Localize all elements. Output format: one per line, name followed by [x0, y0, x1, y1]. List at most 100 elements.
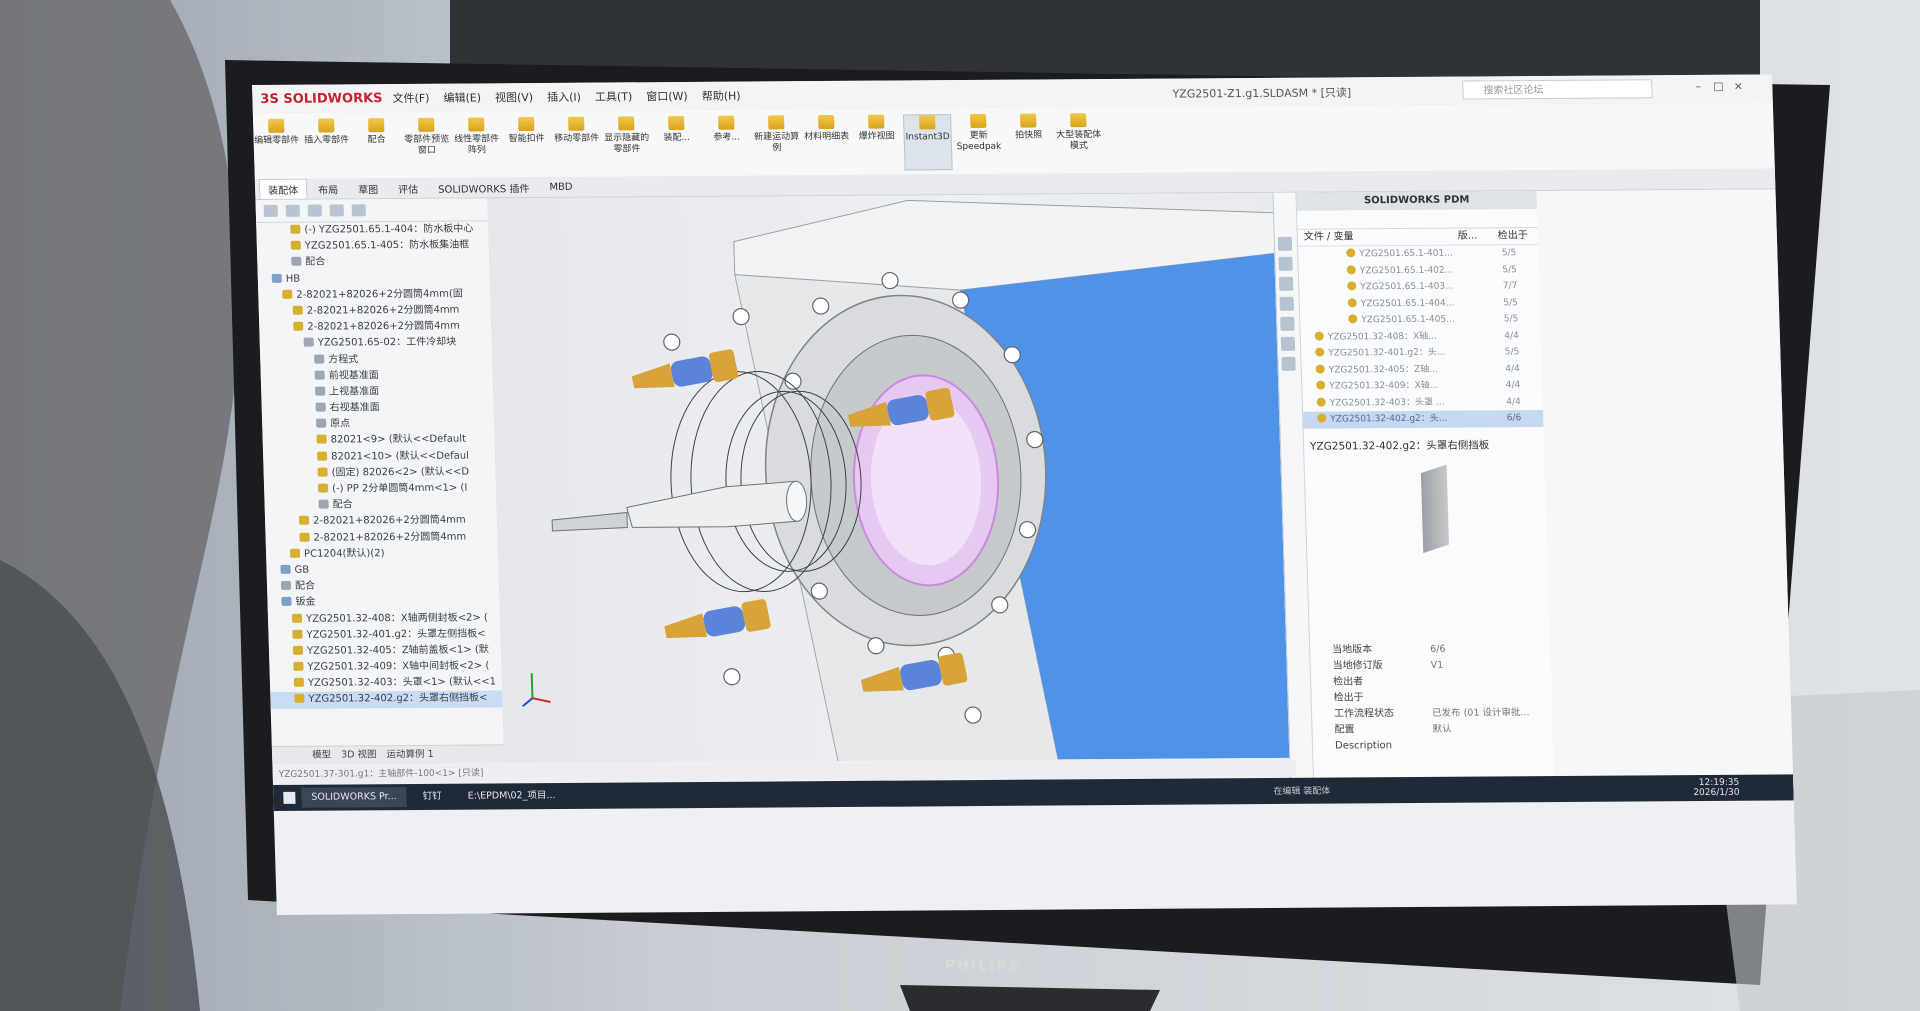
document-title: YZG2501-Z1.g1.SLDASM * [只读]: [1172, 86, 1352, 101]
menu-view[interactable]: 视图(V): [495, 89, 534, 105]
tab-sketch[interactable]: 草图: [349, 178, 388, 199]
pdm-file-row[interactable]: YZG2501.32-403：头罩 ... 4/4: [1303, 394, 1543, 412]
tree-node[interactable]: (-) YZG2501.65.1-404：防水板中心: [256, 221, 488, 239]
tree-node[interactable]: (-) PP 2分单圆筒4mm<1> (I: [264, 480, 496, 498]
appearance-icon[interactable]: [1280, 316, 1295, 331]
home-icon[interactable]: [1277, 236, 1293, 251]
menu-edit[interactable]: 编辑(E): [443, 89, 481, 105]
pdm-file-row[interactable]: YZG2501.65.1-401... 5/5: [1298, 245, 1538, 263]
pdm-file-row[interactable]: YZG2501.65.1-404... 5/5: [1300, 295, 1540, 313]
ribbon-insert-component-button[interactable]: 插入零部件: [303, 118, 350, 146]
tab-model[interactable]: 模型: [312, 747, 332, 765]
menu-file[interactable]: 文件(F): [392, 90, 429, 106]
tree-node[interactable]: 2-82021+82026+2分圆筒4mm(固: [258, 286, 490, 304]
menu-insert[interactable]: 插入(I): [547, 89, 581, 105]
tree-node[interactable]: 配合: [264, 497, 496, 515]
ribbon-snapshot-button[interactable]: 拍快照: [1005, 113, 1052, 141]
design-library-icon[interactable]: [1278, 276, 1294, 291]
taskbar-explorer[interactable]: E:\EPDM\02_项目...: [457, 786, 565, 807]
tab-layout[interactable]: 布局: [309, 178, 348, 199]
tree-node[interactable]: 上视基准面: [261, 383, 493, 401]
menu-help[interactable]: 帮助(H): [701, 88, 741, 104]
pdm-file-row[interactable]: YZG2501.65.1-405... 5/5: [1300, 311, 1540, 329]
tree-node[interactable]: YZG2501.32-401.g2：头罩左侧挡板<: [268, 626, 500, 644]
tree-node[interactable]: YZG2501.32-409：X轴中间封板<2> (: [269, 658, 501, 676]
ribbon-show-hidden-button[interactable]: 显示隐藏的零部件: [603, 116, 650, 155]
ribbon-assembly-button[interactable]: 装配...: [653, 115, 700, 144]
tree-node[interactable]: GB: [266, 561, 498, 579]
search-input[interactable]: 搜索社区论坛: [1462, 79, 1653, 100]
file-explorer-icon[interactable]: [1279, 296, 1294, 311]
tree-node[interactable]: 2-82021+82026+2分圆筒4mm: [259, 302, 491, 320]
tree-node[interactable]: 钣金: [267, 594, 499, 612]
configuration-icon[interactable]: [307, 204, 322, 217]
tree-node[interactable]: 2-82021+82026+2分圆筒4mm: [259, 319, 491, 337]
tree-node[interactable]: YZG2501.32-403：头罩<1> (默认<<1: [270, 675, 502, 693]
tree-node[interactable]: YZG2501.32-408：X轴两侧封板<2> (: [268, 610, 500, 628]
tree-node[interactable]: 原点: [262, 416, 494, 434]
ribbon-preview-window-button[interactable]: 零部件预览窗口: [403, 117, 450, 157]
tree-node[interactable]: YZG2501.32-402.g2：头罩右侧挡板<: [270, 690, 503, 709]
ribbon-motion-study-button[interactable]: 新建运动算例: [753, 115, 800, 154]
ribbon-smart-fasteners-button[interactable]: 智能扣件: [503, 117, 550, 145]
tree-node[interactable]: 2-82021+82026+2分圆筒4mm: [265, 513, 497, 531]
property-manager-icon[interactable]: [285, 204, 300, 217]
pdm-icon[interactable]: [1281, 356, 1296, 371]
display-manager-icon[interactable]: [351, 204, 366, 217]
tree-node[interactable]: 右视基准面: [261, 399, 493, 417]
pdm-file-row[interactable]: YZG2501.32-409：X轴... 4/4: [1302, 377, 1542, 395]
tab-assembly[interactable]: 装配体: [258, 178, 308, 200]
col-file[interactable]: 文件 / 变量: [1304, 231, 1354, 242]
ribbon-speedpak-button[interactable]: 更新Speedpak: [955, 113, 1002, 153]
tree-node[interactable]: 配合: [257, 254, 489, 272]
tab-addins[interactable]: SOLIDWORKS 插件: [429, 177, 539, 199]
feature-tree-icon[interactable]: [263, 204, 278, 217]
tree-node[interactable]: 前视基准面: [261, 367, 493, 385]
pdm-file-row[interactable]: YZG2501.32-405：Z轴... 4/4: [1302, 361, 1542, 379]
ribbon-edit-component-button[interactable]: 编辑零部件: [253, 118, 300, 147]
tree-node[interactable]: (固定) 82026<2> (默认<<D: [263, 464, 495, 482]
tree-node[interactable]: 82021<10> (默认<<Defaul: [263, 448, 495, 466]
dimxpert-icon[interactable]: [329, 204, 344, 217]
custom-properties-icon[interactable]: [1280, 336, 1296, 351]
taskbar-solidworks[interactable]: SOLIDWORKS Pr...: [301, 787, 408, 808]
col-checked-out[interactable]: 检出于: [1498, 228, 1528, 244]
tree-node[interactable]: 配合: [267, 578, 499, 596]
minimize-icon[interactable]: –: [1692, 80, 1704, 93]
pdm-file-row[interactable]: YZG2501.32-402.g2：头... 6/6: [1303, 410, 1544, 429]
ribbon-linear-pattern-button[interactable]: 线性零部件阵列: [453, 117, 500, 156]
ribbon-bom-button[interactable]: 材料明细表: [803, 114, 850, 143]
tab-evaluate[interactable]: 评估: [389, 177, 428, 198]
menu-tools[interactable]: 工具(T): [595, 88, 633, 104]
ribbon-reference-button[interactable]: 参考...: [703, 115, 750, 144]
tab-3d-views[interactable]: 3D 视图: [341, 746, 377, 764]
tree-node[interactable]: HB: [258, 270, 490, 288]
resources-icon[interactable]: [1278, 256, 1293, 271]
tree-node[interactable]: YZG2501.65-02：工件冷却块: [260, 335, 492, 353]
close-icon[interactable]: ×: [1732, 80, 1744, 93]
ribbon-move-component-button[interactable]: 移动零部件: [553, 116, 600, 145]
ribbon-mate-button[interactable]: 配合: [353, 118, 400, 146]
graphics-area[interactable]: [487, 192, 1290, 764]
tree-node[interactable]: YZG2501.65.1-405：防水板集油框: [257, 238, 489, 256]
maximize-icon[interactable]: □: [1712, 80, 1724, 93]
ribbon-exploded-view-button[interactable]: 爆炸视图: [853, 114, 900, 142]
tree-node[interactable]: PC1204(默认)(2): [266, 545, 498, 563]
tree-node[interactable]: 82021<9> (默认<<Default: [262, 432, 494, 450]
ribbon-large-assembly-button[interactable]: 大型装配体模式: [1055, 113, 1102, 152]
tree-node[interactable]: YZG2501.32-405：Z轴前盖板<1> (默: [269, 642, 501, 660]
tree-node-label: 2-82021+82026+2分圆筒4mm: [306, 304, 460, 317]
tab-motion-study[interactable]: 运动算例 1: [386, 746, 434, 764]
pdm-file-row[interactable]: YZG2501.32-401.g2：头... 5/5: [1301, 344, 1541, 362]
pdm-file-row[interactable]: YZG2501.65.1-402... 5/5: [1299, 262, 1539, 280]
taskbar-dingtalk[interactable]: 钉钉: [412, 787, 452, 807]
pdm-file-row[interactable]: YZG2501.65.1-403... 7/7: [1299, 278, 1539, 296]
start-icon[interactable]: [283, 791, 296, 804]
menu-window[interactable]: 窗口(W): [646, 88, 688, 104]
tree-node[interactable]: 方程式: [260, 351, 492, 369]
pdm-file-row[interactable]: YZG2501.32-408：X轴... 4/4: [1301, 328, 1541, 346]
tree-node[interactable]: 2-82021+82026+2分圆筒4mm: [265, 529, 497, 547]
ribbon-instant3d-button[interactable]: Instant3D: [903, 114, 953, 171]
col-version[interactable]: 版...: [1458, 228, 1478, 244]
tab-mbd[interactable]: MBD: [540, 178, 582, 195]
